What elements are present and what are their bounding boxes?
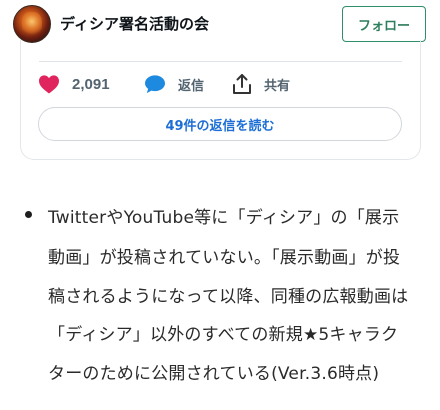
list-bullet [25,211,32,218]
like-action[interactable]: 2,091 [38,72,110,96]
tweet-card [20,40,421,160]
reply-label: 返信 [178,78,205,94]
follow-button[interactable]: フォロー [342,6,426,42]
article-line-4: 「ディシア」以外のすべての新規★5キャラク [48,325,399,345]
article-line-1: TwitterやYouTube等に「ディシア」の「展示 [48,208,400,228]
account-name[interactable]: ディシア署名活動の会 [60,13,209,34]
article-line-2: 動画」が投稿されていない。「展示動画」が投 [48,248,401,268]
speech-bubble-icon[interactable] [144,74,166,94]
article-line-3: 稿されるようになって以降、同種の広報動画は [48,287,409,307]
reply-action[interactable]: 返信 [144,72,204,96]
account-avatar[interactable] [13,5,51,43]
card-divider [39,61,402,62]
article-line-5: ターのために公開されている(Ver.3.6時点) [48,364,380,384]
read-replies-button[interactable]: 49件の返信を読む [38,107,402,141]
heart-icon[interactable] [38,74,60,94]
share-action[interactable]: 共有 [232,72,290,96]
like-count: 2,091 [72,75,110,93]
share-icon[interactable] [232,73,252,95]
share-label: 共有 [264,78,291,94]
